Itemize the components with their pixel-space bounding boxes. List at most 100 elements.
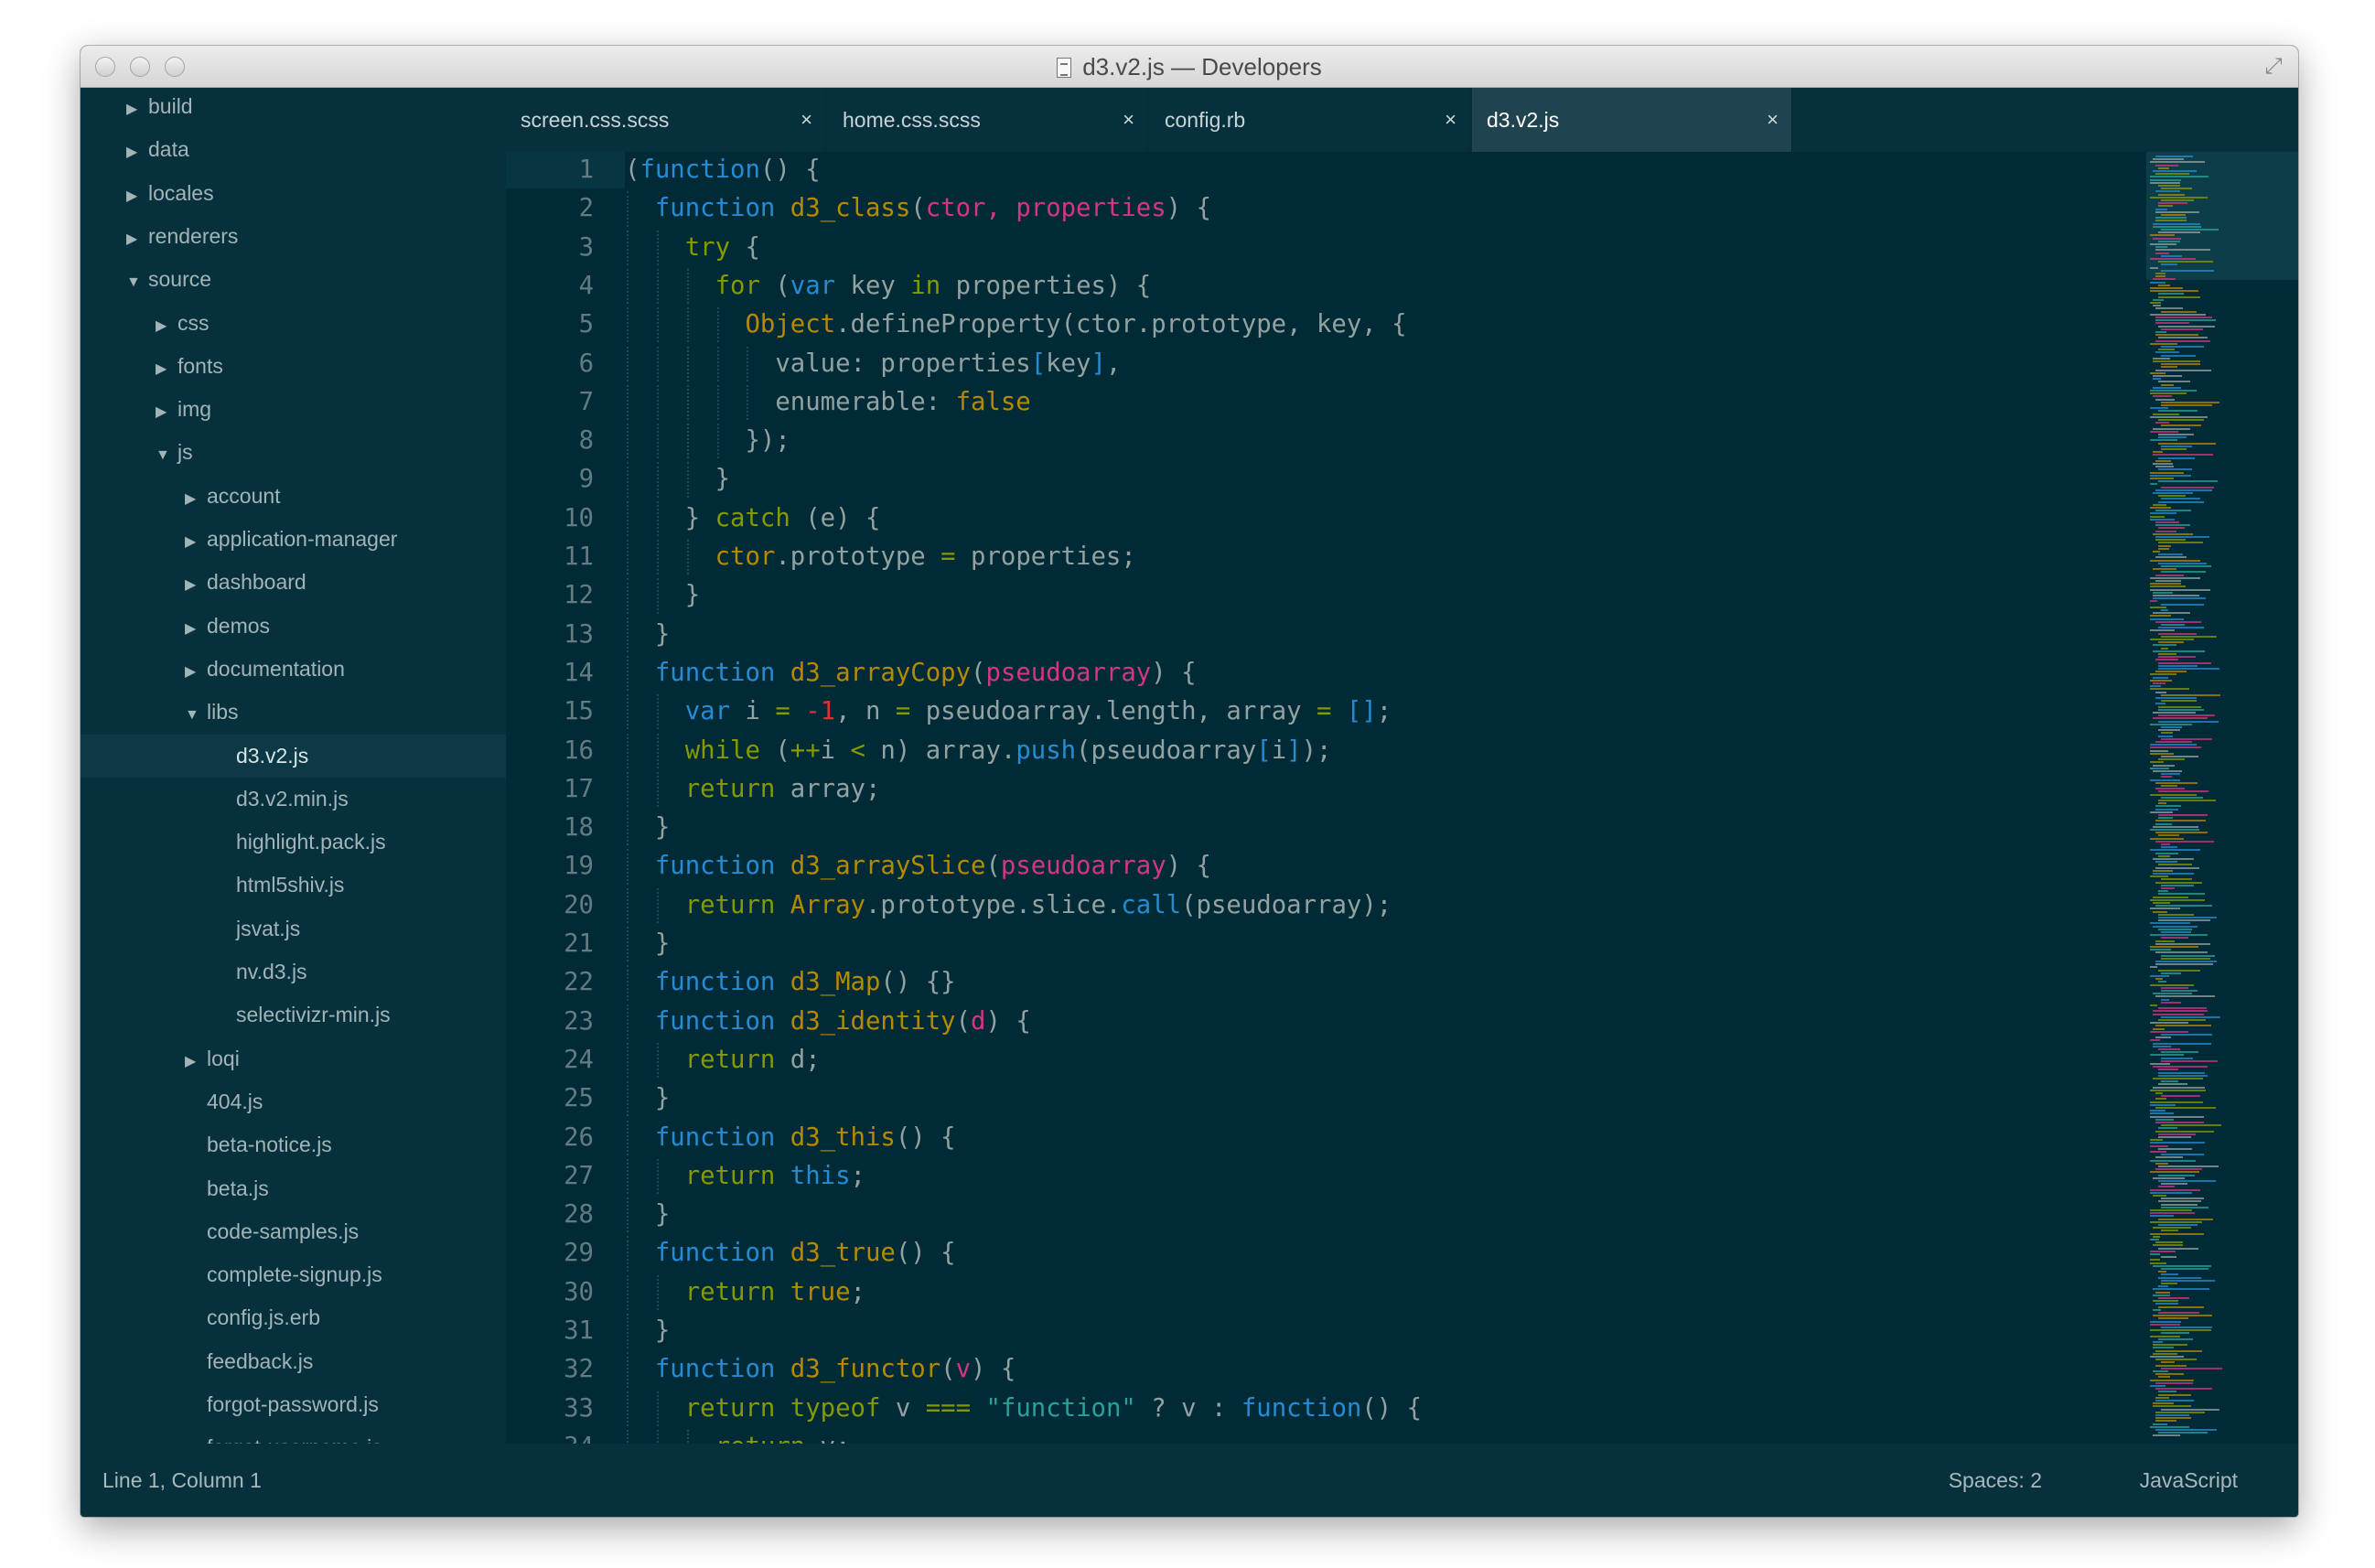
minimap-line xyxy=(2161,846,2177,849)
tab-config-rb[interactable]: config.rb × xyxy=(1150,88,1470,152)
disclosure-expanded-icon[interactable]: ▼ xyxy=(156,434,177,477)
file-item[interactable]: code-samples.js xyxy=(81,1210,506,1253)
tree-item-label: 404.js xyxy=(207,1089,263,1113)
code-line: 1 (function() { xyxy=(506,152,2146,189)
file-item[interactable]: selectivizr-min.js xyxy=(81,993,506,1036)
file-item[interactable]: complete-signup.js xyxy=(81,1253,506,1296)
disclosure-collapsed-icon[interactable]: ▶ xyxy=(156,391,177,434)
folder-item[interactable]: ▶ img xyxy=(81,388,506,431)
minimap-line xyxy=(2153,1013,2204,1015)
tab-close-icon[interactable]: × xyxy=(1445,88,1456,152)
minimap-line xyxy=(2155,1381,2193,1384)
folder-item[interactable]: ▶ css xyxy=(81,302,506,345)
folder-item[interactable]: ▶ renderers xyxy=(81,215,506,258)
minimap-line xyxy=(2155,866,2199,869)
file-item[interactable]: d3.v2.min.js xyxy=(81,778,506,821)
code-token: d xyxy=(971,1006,986,1036)
folder-item[interactable]: ▶ application-manager xyxy=(81,518,506,561)
disclosure-collapsed-icon[interactable]: ▶ xyxy=(126,131,148,174)
minimap-line xyxy=(2153,770,2182,772)
file-item[interactable]: jsvat.js xyxy=(81,908,506,950)
disclosure-expanded-icon[interactable]: ▼ xyxy=(185,693,207,736)
tab-close-icon[interactable]: × xyxy=(1767,88,1779,152)
minimap-line xyxy=(2161,1279,2215,1282)
minimap-line xyxy=(2155,1429,2217,1431)
tab-close-icon[interactable]: × xyxy=(1123,88,1134,152)
disclosure-expanded-icon[interactable]: ▼ xyxy=(126,261,148,304)
disclosure-collapsed-icon[interactable]: ▶ xyxy=(185,478,207,521)
file-item[interactable]: 404.js xyxy=(81,1080,506,1123)
minimap[interactable] xyxy=(2146,152,2298,1444)
disclosure-collapsed-icon[interactable]: ▶ xyxy=(126,88,148,131)
file-item[interactable]: forgot-username.js xyxy=(81,1426,506,1444)
minimap-line xyxy=(2150,761,2164,764)
folder-item[interactable]: ▶ account xyxy=(81,475,506,518)
minimap-line xyxy=(2155,961,2217,962)
disclosure-collapsed-icon[interactable]: ▶ xyxy=(156,305,177,348)
disclosure-collapsed-icon[interactable]: ▶ xyxy=(126,175,148,218)
folder-item[interactable]: ▶ build xyxy=(81,88,506,128)
folder-item[interactable]: ▶ fonts xyxy=(81,345,506,388)
minimap-line xyxy=(2161,887,2175,889)
indent-guide xyxy=(686,384,689,421)
minimap-line xyxy=(2150,1089,2206,1091)
fullscreen-icon[interactable]: ⤢ xyxy=(2262,55,2285,79)
file-item[interactable]: feedback.js xyxy=(81,1340,506,1383)
disclosure-collapsed-icon[interactable]: ▶ xyxy=(185,521,207,564)
folder-item[interactable]: ▼ libs xyxy=(81,691,506,734)
minimap-line xyxy=(2161,269,2214,272)
code-editor[interactable]: 1 (function() {2 function d3_class(ctor, … xyxy=(506,152,2146,1444)
code-token: = xyxy=(895,697,911,726)
minimap-line xyxy=(2158,231,2200,234)
folder-item[interactable]: ▶ dashboard xyxy=(81,561,506,604)
indent-guide xyxy=(656,733,659,768)
file-item[interactable]: html5shiv.js xyxy=(81,864,506,907)
minimap-line xyxy=(2153,532,2193,535)
code-token: } xyxy=(654,1316,671,1345)
folder-item[interactable]: ▶ locales xyxy=(81,172,506,215)
minimap-line xyxy=(2155,781,2198,784)
disclosure-collapsed-icon[interactable]: ▶ xyxy=(126,218,148,261)
folder-item[interactable]: ▼ source xyxy=(81,258,506,301)
minimap-line xyxy=(2158,656,2196,659)
code-token: function xyxy=(654,1122,790,1152)
file-item[interactable]: config.js.erb xyxy=(81,1296,506,1339)
minimap-line xyxy=(2158,410,2198,413)
tab-close-icon[interactable]: × xyxy=(801,88,812,152)
folder-item[interactable]: ▶ documentation xyxy=(81,648,506,691)
disclosure-collapsed-icon[interactable]: ▶ xyxy=(185,564,207,607)
file-item[interactable]: forgot-password.js xyxy=(81,1383,506,1426)
folder-item[interactable]: ▼ js xyxy=(81,431,506,474)
folder-item[interactable]: ▶ loqi xyxy=(81,1037,506,1080)
tab-screen-css-scss[interactable]: screen.css.scss × xyxy=(506,88,826,152)
file-item[interactable]: nv.d3.js xyxy=(81,950,506,993)
folder-item[interactable]: ▶ demos xyxy=(81,605,506,648)
folder-item[interactable]: ▶ data xyxy=(81,128,506,171)
line-number: 25 xyxy=(564,1084,594,1113)
tab-home-css-scss[interactable]: home.css.scss × xyxy=(828,88,1148,152)
disclosure-collapsed-icon[interactable]: ▶ xyxy=(156,348,177,391)
file-item[interactable]: beta.js xyxy=(81,1167,506,1210)
minimap-line xyxy=(2153,378,2161,381)
tab-d3-v2-js[interactable]: d3.v2.js × xyxy=(1472,88,1792,152)
minimap-line xyxy=(2155,536,2209,538)
disclosure-collapsed-icon[interactable]: ▶ xyxy=(185,607,207,650)
code-token: ( xyxy=(971,658,986,687)
minimap-line xyxy=(2158,1048,2180,1050)
tree-item-label: forgot-password.js xyxy=(207,1392,379,1416)
syntax-selector[interactable]: JavaScript xyxy=(2140,1444,2238,1517)
file-item[interactable]: highlight.pack.js xyxy=(81,821,506,864)
indentation-setting[interactable]: Spaces: 2 xyxy=(1949,1444,2042,1517)
indent-guide xyxy=(627,1120,629,1155)
minimap-line xyxy=(2158,205,2173,208)
indent-guide xyxy=(656,1042,659,1079)
disclosure-collapsed-icon[interactable]: ▶ xyxy=(185,650,207,693)
file-item[interactable]: d3.v2.js xyxy=(81,734,506,778)
disclosure-collapsed-icon[interactable]: ▶ xyxy=(185,1040,207,1083)
file-item[interactable]: beta-notice.js xyxy=(81,1123,506,1166)
minimap-line xyxy=(2155,1122,2204,1123)
minimap-line xyxy=(2155,208,2167,210)
